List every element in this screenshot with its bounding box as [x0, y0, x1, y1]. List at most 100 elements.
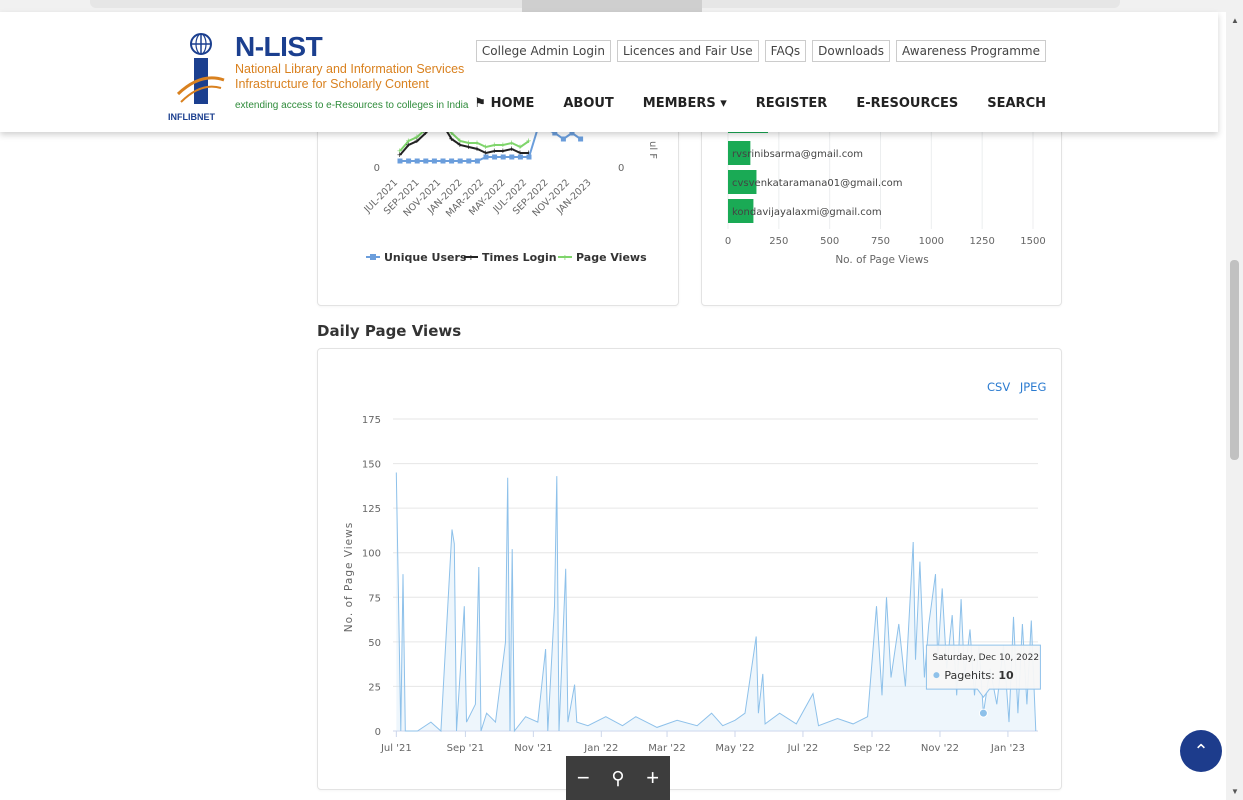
scroll-down-icon[interactable]: ▼	[1231, 787, 1239, 796]
daily-x-tick: Mar '22	[648, 743, 686, 754]
unique-users-point	[457, 158, 463, 164]
unique-users-point	[492, 154, 498, 160]
nav-search[interactable]: SEARCH	[987, 96, 1046, 111]
svg-text:+: +	[468, 253, 474, 264]
brand-name: N-LIST	[235, 31, 323, 62]
double-chevron-up-icon: ⌃	[1193, 740, 1209, 761]
brand-block[interactable]: N-LIST National Library and Information …	[235, 31, 469, 112]
times-login-point: +	[414, 136, 419, 146]
legend-unique-users[interactable]: Unique Users	[366, 251, 467, 264]
daily-y-tick: 150	[362, 460, 381, 471]
page-scrollbar[interactable]: ▲ ▼	[1226, 12, 1243, 800]
brand-line-1: National Library and Information Service…	[235, 62, 465, 76]
left-y-zero: 0	[374, 163, 380, 174]
site-header: INFLIBNET N-LIST National Library and In…	[0, 12, 1218, 132]
export-jpeg-link[interactable]: JPEG	[1020, 380, 1047, 394]
legend-page-views[interactable]: + Page Views	[558, 251, 647, 264]
daily-y-tick: 50	[368, 638, 381, 649]
licences-link[interactable]: Licences and Fair Use	[616, 40, 759, 62]
top-user-bar-label: rvsrinibsarma@gmail.com	[732, 149, 863, 160]
unique-users-point	[423, 158, 429, 164]
inflibnet-label: INFLIBNET	[168, 112, 215, 122]
nav-register[interactable]: REGISTER	[756, 96, 828, 111]
daily-x-tick: Nov '21	[514, 743, 552, 754]
faqs-link[interactable]: FAQs	[764, 40, 807, 62]
zoom-toolbar: − ⚲ +	[566, 756, 670, 800]
downloads-link[interactable]: Downloads	[812, 40, 891, 62]
nav-home[interactable]: ⚑ HOME	[474, 96, 534, 111]
daily-x-tick: Jan '22	[583, 743, 618, 754]
browser-top-strip	[0, 0, 1243, 14]
unique-users-point	[449, 158, 455, 164]
right-axis-label: ul F	[647, 141, 658, 159]
zoom-out-icon[interactable]: −	[577, 765, 590, 791]
daily-y-tick: 0	[375, 727, 381, 738]
daily-y-tick: 175	[362, 415, 381, 426]
unique-users-point	[397, 158, 403, 164]
svg-text:+: +	[562, 253, 568, 264]
usage-legend: Unique Users + Times Login + Page Views	[366, 251, 647, 264]
times-login-point: +	[457, 140, 462, 150]
times-login-point: +	[406, 140, 411, 150]
unique-users-point	[560, 136, 566, 142]
brand-tagline: extending access to e-Resources to colle…	[235, 100, 469, 111]
awareness-programme-link[interactable]: Awareness Programme	[896, 40, 1046, 62]
scrollbar-thumb[interactable]	[1230, 260, 1239, 460]
pagehits-hover-point[interactable]	[978, 708, 988, 718]
nav-e-resources[interactable]: E-RESOURCES	[856, 96, 958, 111]
back-to-top-button[interactable]: ⌃	[1180, 730, 1222, 772]
top-users-x-tick: 750	[871, 236, 890, 247]
nav-about[interactable]: ABOUT	[563, 96, 613, 111]
top-users-x-label: No. of Page Views	[835, 254, 928, 266]
legend-times-login-label: Times Login	[482, 251, 557, 264]
daily-y-tick: 25	[368, 682, 381, 693]
daily-y-tick: 75	[368, 593, 381, 604]
unique-users-point	[440, 158, 446, 164]
export-csv-link[interactable]: CSV	[987, 380, 1010, 394]
times-login-point: +	[474, 144, 479, 154]
page-views-point: +	[526, 136, 531, 146]
top-users-x-tick: 1000	[919, 236, 944, 247]
nav-home-label: HOME	[490, 96, 535, 111]
daily-page-views-title: Daily Page Views	[317, 322, 462, 340]
zoom-reset-icon[interactable]: ⚲	[611, 768, 624, 789]
unique-users-point	[509, 154, 515, 160]
tooltip-series-marker	[933, 672, 940, 679]
unique-users-point	[517, 154, 523, 160]
unique-users-point	[483, 154, 489, 160]
zoom-in-icon[interactable]: +	[646, 765, 659, 791]
unique-users-point	[474, 158, 480, 164]
legend-times-login[interactable]: + Times Login	[464, 251, 557, 264]
home-icon: ⚑	[474, 96, 491, 111]
top-user-bar-label: kondavijayalaxmi@gmail.com	[732, 207, 882, 218]
times-login-point: +	[509, 144, 514, 154]
pagehits-area	[396, 472, 1036, 731]
daily-y-tick: 100	[362, 549, 381, 560]
unique-users-point	[526, 154, 532, 160]
daily-page-views-card: 0 25 50 75 100 125 150 175 Jul '21 Sep '21 Nov '2…	[317, 348, 1062, 790]
legend-page-views-label: Page Views	[576, 251, 647, 264]
college-admin-login-link[interactable]: College Admin Login	[475, 40, 611, 62]
top-users-card: rvsrinibsarma@gmail.com cvsvenkataramana0…	[701, 110, 1062, 306]
daily-x-tick: Nov '22	[921, 743, 959, 754]
daily-y-tick: 125	[362, 504, 381, 515]
top-users-chart: rvsrinibsarma@gmail.com cvsvenkataramana0…	[725, 111, 1046, 266]
times-login-point: +	[466, 142, 471, 152]
nav-members-label: MEMBERS	[642, 96, 716, 111]
nav-members[interactable]: MEMBERS ▾	[643, 96, 727, 111]
usage-summary-chart: 0 0 ul F +++++++++++++++++++++++++++++++…	[362, 112, 658, 264]
daily-x-tick: Jan '23	[990, 743, 1025, 754]
usage-summary-card: 0 0 ul F +++++++++++++++++++++++++++++++…	[317, 110, 679, 306]
daily-x-tick: May '22	[715, 743, 754, 754]
unique-users-point	[414, 158, 420, 164]
daily-y-axis-label: No. of Page Views	[343, 522, 355, 632]
top-users-x-tick: 0	[725, 236, 731, 247]
scroll-up-icon[interactable]: ▲	[1231, 16, 1239, 25]
export-links: CSV JPEG	[981, 380, 1046, 394]
caret-down-icon: ▾	[715, 96, 727, 111]
brand-line-2: Infrastructure for Scholarly Content	[235, 77, 429, 91]
right-axis-zero: 0	[618, 163, 624, 174]
top-users-x-tick: 500	[820, 236, 839, 247]
daily-x-tick: Jul '22	[787, 743, 819, 754]
top-users-x-tick: 250	[769, 236, 788, 247]
